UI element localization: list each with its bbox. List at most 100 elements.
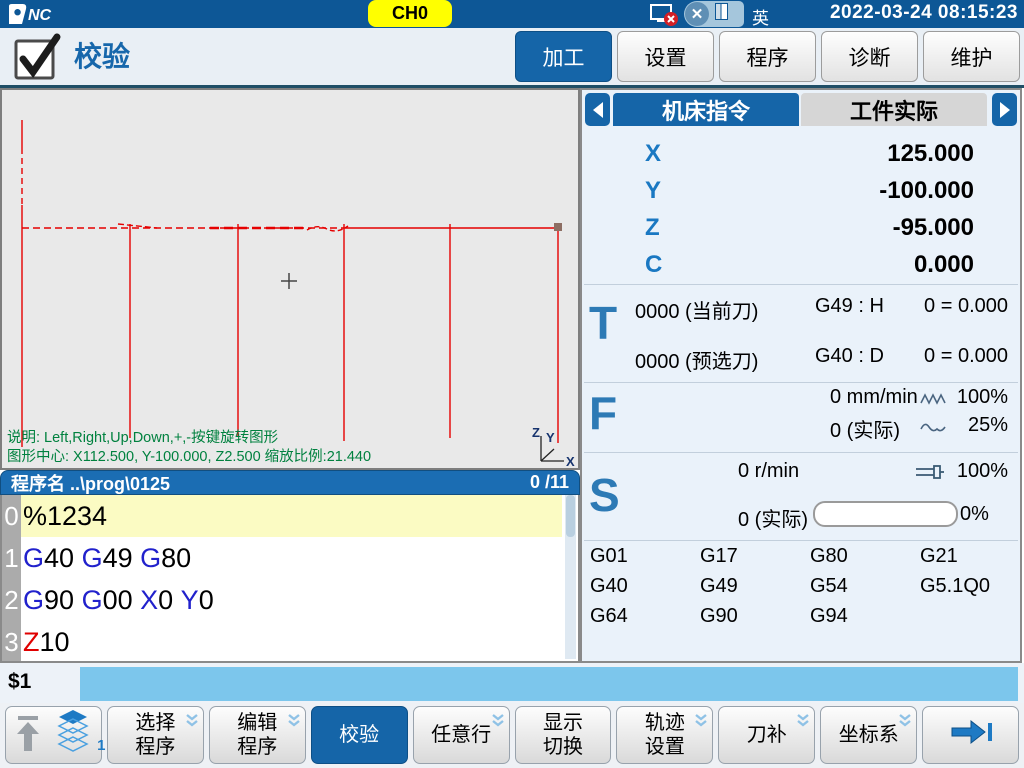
language-indicator[interactable]: 英 [752,4,769,29]
program-scrollbar[interactable] [565,495,576,659]
softkey-label: 任意行 [431,723,491,747]
spindle-row-actual: 0 (实际) 0% [582,503,1020,527]
tool-position-marker [554,223,562,231]
tab-maintenance[interactable]: 维护 [923,31,1020,82]
axis-row: X 125.000 [582,136,1020,173]
softkey-编辑程序[interactable]: 编辑程序 [209,706,306,764]
graphics-hint-line2: 图形中心: X112.500, Y-100.000, Z2.500 缩放比例:2… [7,448,371,465]
tool-row-preselect: 0000 (预选刀) G40 : D 0 = 0.000 [582,345,1020,369]
program-line[interactable]: 3Z10 [2,621,578,663]
svg-text:Z: Z [532,425,540,440]
page-title: 校验 [74,28,130,85]
toolpath-plot: Z Y X 说明: Left,Right,Up,Down,+,-按键旋转图形 图… [2,90,578,468]
softkey-选择程序[interactable]: 选择程序 [107,706,204,764]
machine-status-panel: 机床指令 工件实际 X 125.000 Y -100.000 Z -95.000… [580,88,1022,663]
input-method-x-icon: ✕ [685,2,709,26]
softkey-坐标系[interactable]: 坐标系 [820,706,917,764]
axis-row: Z -95.000 [582,210,1020,247]
softkey-label: 显示 [543,711,583,735]
hnc-logo-icon: NC [8,3,62,30]
softkey-刀补[interactable]: 刀补 [718,706,815,764]
program-line-text-highlighted: %1234 [21,495,562,537]
tab-diagnosis[interactable]: 诊断 [821,31,918,82]
tab-machine-command[interactable]: 机床指令 [613,93,799,126]
softkey-label: 切换 [543,735,583,759]
modal-gcode: G80 [810,545,920,575]
axis-row: C 0.000 [582,247,1020,284]
tab-workpiece-actual[interactable]: 工件实际 [801,93,987,126]
softkey-轨迹设置[interactable]: 轨迹设置 [616,706,713,764]
spindle-row-command: 0 r/min 100% [582,460,1020,484]
program-line-text: G90 G00 X0 Y0 [21,579,578,621]
more-options-icon [184,710,200,734]
program-name: 程序名 ..\prog\0125 [11,470,170,496]
program-line-number: 1 [2,543,21,574]
modal-gcode: G90 [700,605,810,635]
softkey-label: 编辑 [237,711,277,735]
section-divider [584,452,1018,453]
feed-row-actual: 0 (实际) 25% [582,414,1020,438]
modal-gcode: G5.1Q0 [920,575,1024,605]
svg-text:Y: Y [546,430,555,445]
system-datetime: 2022-03-24 08:15:23 [830,2,1018,24]
program-line-text: G40 G49 G80 [21,537,578,579]
next-coord-view-button[interactable] [992,93,1017,126]
axis-position-list: X 125.000 Y -100.000 Z -95.000 C 0.000 [582,136,1020,284]
modal-gcode-grid: G01G17G80G21G40G49G54G5.1Q0G64G90G94 [590,545,1024,635]
program-line-text: Z10 [21,621,578,663]
spindle-load-percent: 0% [960,503,989,526]
tab-settings[interactable]: 设置 [617,31,714,82]
softkey-label: 轨迹 [645,711,685,735]
home-arrow-icon [13,711,45,759]
tool-row-current: 0000 (当前刀) G49 : H 0 = 0.000 [582,295,1020,319]
softkey-next-page[interactable] [922,706,1019,764]
prev-coord-view-button[interactable] [585,93,610,126]
program-scrollbar-thumb[interactable] [566,495,575,537]
tab-machining[interactable]: 加工 [515,31,612,82]
softkey-校验[interactable]: 校验 [311,706,408,764]
softkey-label: 程序 [237,735,277,759]
more-options-icon [490,710,506,734]
layers-icon: 1 [53,708,93,762]
program-listing: 0%12341G40 G49 G802G90 G00 X0 Y03Z10 [0,495,580,663]
modal-gcode: G21 [920,545,1024,575]
program-line[interactable]: 1G40 G49 G80 [2,537,578,579]
modal-gcode: G17 [700,545,810,575]
softkey-menu-home[interactable]: 1 [5,706,102,764]
layer-count-badge: 1 [97,734,105,758]
modal-gcode: G40 [590,575,700,605]
program-line[interactable]: 2G90 G00 X0 Y0 [2,579,578,621]
graphics-hint-line1: 说明: Left,Right,Up,Down,+,-按键旋转图形 [7,429,279,446]
status-bar: $1 [0,663,1024,703]
verify-check-icon [12,32,64,87]
more-options-icon [795,710,811,734]
main-tabs: 加工 设置 程序 诊断 维护 [515,31,1020,82]
coordinate-triad-icon: Z Y X [532,425,575,468]
svg-text:NC: NC [28,7,52,24]
softkey-label: 坐标系 [839,723,899,747]
softkey-显示切换[interactable]: 显示切换 [515,706,612,764]
section-divider [584,284,1018,285]
modal-gcode: G01 [590,545,700,575]
svg-text:X: X [566,454,575,468]
softkey-任意行[interactable]: 任意行 [413,706,510,764]
tab-program[interactable]: 程序 [719,31,816,82]
program-line-counter: 0 /11 [530,472,569,493]
modal-gcode: G49 [700,575,810,605]
program-line[interactable]: 0%1234 [2,495,578,537]
rapid-override-icon [920,417,946,440]
input-method-indicator[interactable]: ✕ [684,1,744,27]
program-line-number: 2 [2,585,21,616]
title-bar: 校验 加工 设置 程序 诊断 维护 [0,28,1024,85]
program-line-number: 0 [2,501,21,532]
top-bar: NC CH0 ✕ 英 2022-03-24 08:15:23 [0,0,1024,28]
more-options-icon [693,710,709,734]
dictionary-icon [715,3,728,25]
program-header-bar: 程序名 ..\prog\0125 0 /11 [0,470,580,495]
toolpath-graphics-panel: Z Y X 说明: Left,Right,Up,Down,+,-按键旋转图形 图… [0,88,580,470]
axis-row: Y -100.000 [582,173,1020,210]
channel-badge[interactable]: CH0 [368,0,452,27]
softkey-label: 程序 [135,735,175,759]
softkey-label: 校验 [339,723,379,747]
modal-gcode: G64 [590,605,700,635]
